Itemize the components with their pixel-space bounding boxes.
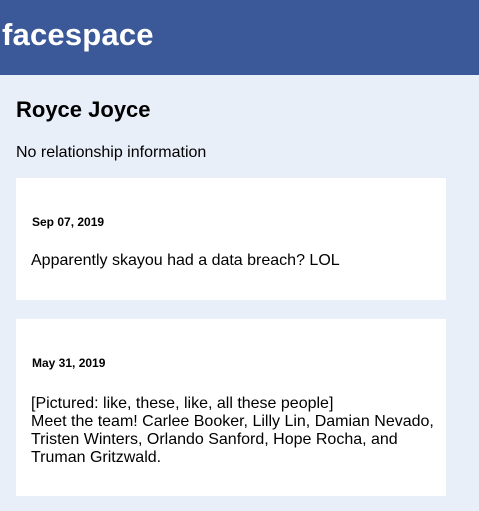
brand-logo-link[interactable]: facespace <box>2 16 154 54</box>
post-body: [Pictured: like, these, like, all these … <box>31 395 434 467</box>
post-date: May 31, 2019 <box>32 356 106 370</box>
relationship-status: No relationship information <box>16 144 207 161</box>
post-text: Apparently skayou had a data breach? LOL <box>31 252 340 269</box>
post-card: Sep 07, 2019 Apparently skayou had a dat… <box>16 178 446 300</box>
post-date: Sep 07, 2019 <box>32 215 105 229</box>
profile-name: Royce Joyce <box>16 97 151 122</box>
image-caption: [Pictured: like, these, like, all these … <box>31 395 334 412</box>
top-nav-bar: facespace <box>0 0 479 75</box>
post-card: May 31, 2019 [Pictured: like, these, lik… <box>16 319 446 496</box>
post-text: Meet the team! Carlee Booker, Lilly Lin,… <box>31 413 434 466</box>
